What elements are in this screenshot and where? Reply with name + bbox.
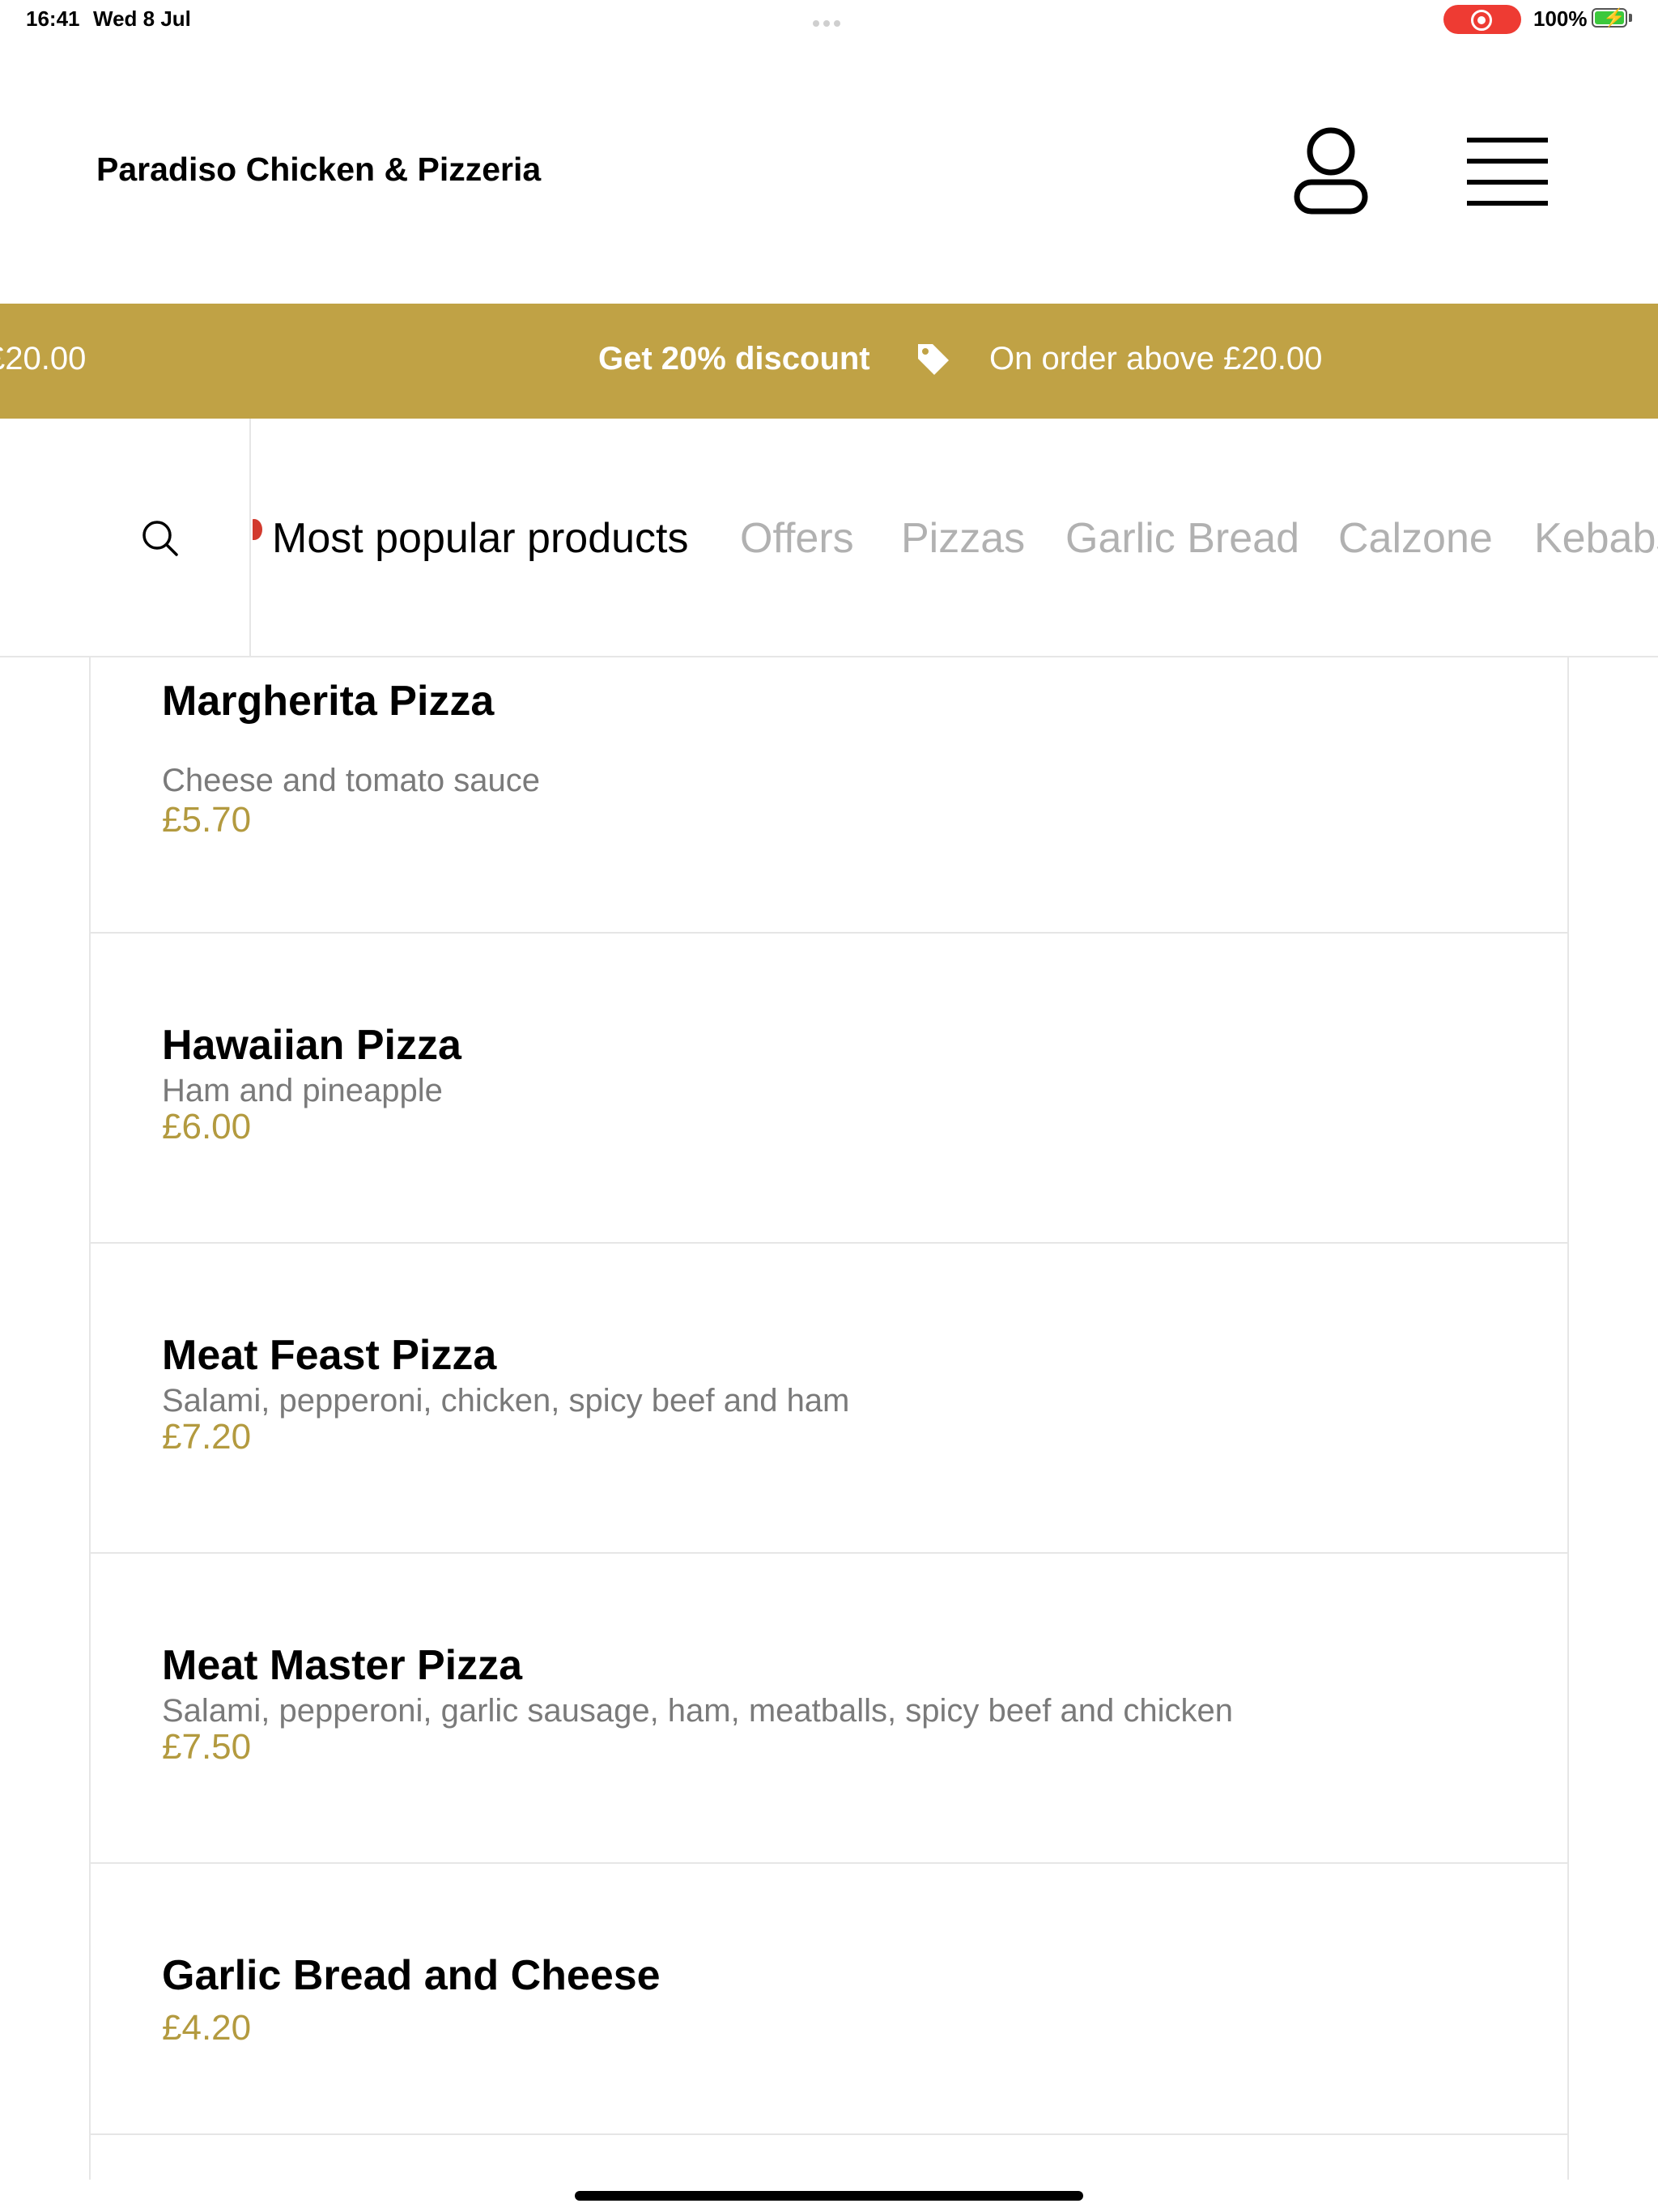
- product-price: £7.20: [162, 1417, 252, 1457]
- tag-icon: [915, 341, 950, 381]
- battery-charging-icon: ⚡: [1592, 8, 1627, 28]
- home-indicator[interactable]: [575, 2191, 1083, 2201]
- search-icon[interactable]: [141, 519, 180, 562]
- product-name: Garlic Bread and Cheese: [162, 1952, 661, 1999]
- product-card[interactable]: Garlic Bread and Cheese £4.20: [91, 1864, 1567, 2135]
- tab-kebabs[interactable]: Kebabs: [1534, 514, 1658, 563]
- product-card[interactable]: Margherita Pizza Cheese and tomato sauce…: [91, 657, 1567, 934]
- product-price: £4.20: [162, 2008, 252, 2048]
- promo-partial-text: £20.00: [0, 341, 87, 376]
- search-button[interactable]: [0, 419, 251, 656]
- user-icon[interactable]: [1292, 125, 1370, 220]
- menu-icon[interactable]: [1467, 138, 1548, 210]
- product-list: Margherita Pizza Cheese and tomato sauce…: [89, 657, 1569, 2180]
- product-card[interactable]: Meat Feast Pizza Salami, pepperoni, chic…: [91, 1244, 1567, 1554]
- screen-recording-icon[interactable]: [1443, 5, 1521, 34]
- category-tabs[interactable]: Most popular products Offers Pizzas Garl…: [253, 419, 1658, 656]
- restaurant-name[interactable]: Paradiso Chicken & Pizzeria: [96, 151, 541, 189]
- product-card[interactable]: Hawaiian Pizza Ham and pineapple £6.00: [91, 934, 1567, 1244]
- product-name: Hawaiian Pizza: [162, 1022, 461, 1069]
- promo-banner: £20.00 Get 20% discount On order above £…: [0, 304, 1658, 419]
- status-date: Wed 8 Jul: [93, 6, 191, 31]
- status-bar: 16:41 Wed 8 Jul 100% ⚡: [0, 0, 1658, 39]
- product-price: £6.00: [162, 1107, 252, 1146]
- tab-offers[interactable]: Offers: [740, 514, 854, 563]
- battery-percent: 100%: [1533, 6, 1588, 31]
- product-price: £7.50: [162, 1727, 252, 1767]
- battery-cap: [1629, 14, 1632, 22]
- product-description: Ham and pineapple: [162, 1073, 443, 1108]
- popular-marker-icon: [253, 519, 262, 540]
- promo-title: Get 20% discount: [598, 341, 870, 376]
- multitasking-dots-icon[interactable]: [813, 16, 845, 27]
- product-description: Salami, pepperoni, chicken, spicy beef a…: [162, 1383, 850, 1419]
- product-name: Meat Master Pizza: [162, 1642, 523, 1689]
- product-name: Meat Feast Pizza: [162, 1332, 497, 1379]
- product-card[interactable]: Meat Master Pizza Salami, pepperoni, gar…: [91, 1554, 1567, 1864]
- category-bar: Most popular products Offers Pizzas Garl…: [0, 419, 1658, 657]
- promo-text: On order above £20.00: [989, 341, 1323, 376]
- product-description: Cheese and tomato sauce: [162, 763, 540, 798]
- status-time: 16:41: [26, 6, 80, 31]
- tab-most-popular-products[interactable]: Most popular products: [272, 514, 689, 563]
- tab-garlic-bread[interactable]: Garlic Bread: [1065, 514, 1299, 563]
- product-name: Margherita Pizza: [162, 678, 495, 725]
- product-price: £5.70: [162, 800, 252, 840]
- tab-calzone[interactable]: Calzone: [1338, 514, 1493, 563]
- tab-pizzas[interactable]: Pizzas: [901, 514, 1025, 563]
- product-description: Salami, pepperoni, garlic sausage, ham, …: [162, 1693, 1233, 1729]
